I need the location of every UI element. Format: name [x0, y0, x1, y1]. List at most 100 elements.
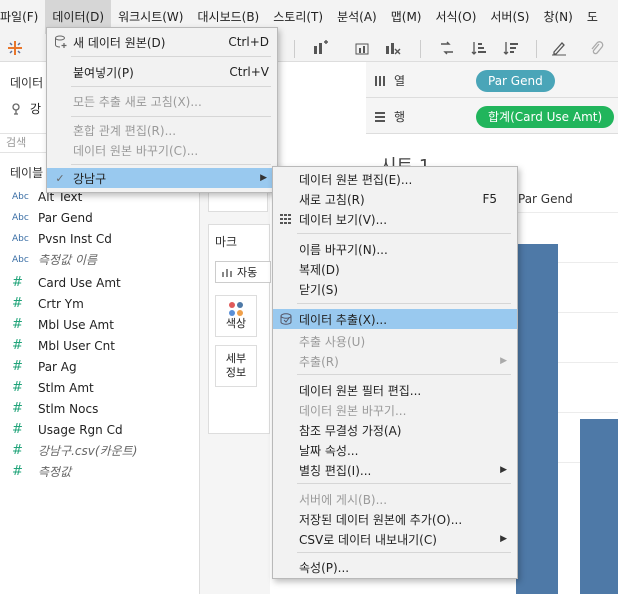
- columns-label: 열: [394, 74, 406, 88]
- data-pane-title: 데이터: [10, 76, 44, 90]
- field-item[interactable]: # Stlm Amt: [12, 377, 94, 398]
- toolbar-separator: [536, 40, 537, 58]
- menu-item-refresh[interactable]: 새로 고침(R) F5: [273, 189, 517, 209]
- menu-item-refresh-all-extracts[interactable]: 모든 추출 새로 고침(X)...: [47, 91, 277, 111]
- bar-mark[interactable]: [580, 419, 618, 594]
- menu-item-edit-blend-relationships[interactable]: 혼합 관계 편집(R)...: [47, 120, 277, 140]
- field-item[interactable]: # 측정값: [12, 461, 71, 482]
- menu-item-close[interactable]: 닫기(S): [273, 279, 517, 299]
- submenu-arrow-icon: ▶: [500, 534, 507, 544]
- columns-pill[interactable]: Par Gend: [476, 69, 555, 92]
- sort-ascending-icon[interactable]: [468, 38, 490, 58]
- rows-shelf[interactable]: 행 합계(Card Use Amt): [366, 100, 618, 134]
- menu-window[interactable]: 창(N): [536, 0, 579, 34]
- string-type-icon: Abc: [12, 233, 29, 244]
- menu-item-paste[interactable]: 붙여넣기(P) Ctrl+V: [47, 62, 277, 82]
- gridline: [516, 212, 618, 213]
- bar-mark[interactable]: [516, 244, 558, 594]
- menu-separator: [71, 86, 271, 87]
- duplicate-sheet-icon[interactable]: [352, 38, 374, 58]
- columns-icon: [375, 75, 385, 86]
- tableau-logo-icon[interactable]: [4, 38, 26, 58]
- columns-shelf[interactable]: 열 Par Gend: [366, 64, 618, 98]
- detail-mark-button[interactable]: 세부 정보: [215, 345, 257, 387]
- menu-file[interactable]: 파일(F): [0, 0, 45, 34]
- data-menu: 새 데이터 원본(D) Ctrl+D 붙여넣기(P) Ctrl+V 모든 추출 …: [46, 27, 278, 193]
- menu-separator: [297, 552, 511, 553]
- menu-item-duplicate[interactable]: 복제(D): [273, 259, 517, 279]
- number-type-icon: #: [12, 422, 23, 437]
- menu-server[interactable]: 서버(S): [483, 0, 536, 34]
- menu-analysis[interactable]: 분석(A): [330, 0, 384, 34]
- mark-type-dropdown[interactable]: 자동: [215, 261, 271, 283]
- menu-separator: [297, 374, 511, 375]
- number-type-icon: #: [12, 464, 23, 479]
- field-item[interactable]: # Par Ag: [12, 356, 77, 377]
- table-grid-icon: [279, 211, 293, 227]
- menu-item-publish-to-server[interactable]: 서버에 게시(B)...: [273, 489, 517, 509]
- string-type-icon: Abc: [12, 191, 29, 202]
- menu-item-extract-submenu[interactable]: 추출(R) ▶: [273, 351, 517, 371]
- toolbar-separator: [420, 40, 421, 58]
- rows-pill[interactable]: 합계(Card Use Amt): [476, 105, 615, 128]
- number-type-icon: #: [12, 317, 23, 332]
- highlight-pen-icon[interactable]: [548, 38, 570, 58]
- bar-chart-icon: [222, 269, 232, 277]
- submenu-arrow-icon: ▶: [260, 173, 267, 183]
- menu-separator: [297, 303, 511, 304]
- menu-separator: [71, 164, 271, 165]
- menu-item-extract-data[interactable]: 데이터 추출(X)...: [273, 309, 517, 329]
- menu-separator: [297, 483, 511, 484]
- number-type-icon: #: [12, 401, 23, 416]
- menu-item-edit-aliases[interactable]: 별칭 편집(I)... ▶: [273, 460, 517, 480]
- datasource-icon: [12, 102, 20, 115]
- field-item[interactable]: # Crtr Ym: [12, 293, 84, 314]
- menu-item-new-datasource[interactable]: 새 데이터 원본(D) Ctrl+D: [47, 32, 277, 52]
- field-item[interactable]: Abc Par Gend: [12, 207, 93, 228]
- string-type-icon: Abc: [12, 212, 29, 223]
- field-item[interactable]: # Stlm Nocs: [12, 398, 98, 419]
- color-mark-button[interactable]: 색상: [215, 295, 257, 337]
- menu-item-properties[interactable]: 속성(P)...: [273, 557, 517, 577]
- number-type-icon: #: [12, 380, 23, 395]
- toolbar-separator: [294, 40, 295, 58]
- field-item[interactable]: Abc Pvsn Inst Cd: [12, 228, 112, 249]
- sort-descending-icon[interactable]: [500, 38, 522, 58]
- field-item[interactable]: # 강남구.csv(카운트): [12, 440, 137, 461]
- menu-format[interactable]: 서식(O): [429, 0, 484, 34]
- field-item[interactable]: # Mbl User Cnt: [12, 335, 115, 356]
- extract-icon: [279, 311, 293, 327]
- menu-item-add-to-saved-datasources[interactable]: 저장된 데이터 원본에 추가(O)...: [273, 509, 517, 529]
- menu-help[interactable]: 도: [580, 0, 605, 34]
- menu-item-replace-datasource[interactable]: 데이터 원본 바꾸기...: [273, 400, 517, 420]
- clear-sheet-icon[interactable]: [382, 38, 404, 58]
- field-item[interactable]: # Mbl Use Amt: [12, 314, 114, 335]
- menu-item-view-data[interactable]: 데이터 보기(V)...: [273, 209, 517, 229]
- number-type-icon: #: [12, 443, 23, 458]
- menu-map[interactable]: 맵(M): [384, 0, 429, 34]
- menu-item-replace-datasource[interactable]: 데이터 원본 바꾸기(C)...: [47, 140, 277, 160]
- menu-item-export-csv[interactable]: CSV로 데이터 내보내기(C) ▶: [273, 529, 517, 549]
- number-type-icon: #: [12, 359, 23, 374]
- tables-title: 테이블: [10, 166, 44, 180]
- menu-item-date-properties[interactable]: 날짜 속성...: [273, 440, 517, 460]
- datasource-item[interactable]: 강: [10, 100, 41, 117]
- swap-rows-columns-icon[interactable]: [436, 38, 458, 58]
- menu-item-edit-datasource-filters[interactable]: 데이터 원본 필터 편집...: [273, 380, 517, 400]
- menu-item-use-extract[interactable]: 추출 사용(U): [273, 331, 517, 351]
- menu-item-assume-referential-integrity[interactable]: 참조 무결성 가정(A): [273, 420, 517, 440]
- datasource-name: 강: [30, 102, 42, 116]
- menu-separator: [297, 233, 511, 234]
- number-type-icon: #: [12, 338, 23, 353]
- field-item[interactable]: # Usage Rgn Cd: [12, 419, 123, 440]
- rows-label: 행: [394, 110, 406, 124]
- submenu-arrow-icon: ▶: [500, 465, 507, 475]
- field-item[interactable]: Abc 측정값 이름: [12, 249, 97, 270]
- menu-item-edit-datasource[interactable]: 데이터 원본 편집(E)...: [273, 169, 517, 189]
- menu-item-rename[interactable]: 이름 바꾸기(N)...: [273, 239, 517, 259]
- menu-item-datasource-gangnam[interactable]: ✓ 강남구 ▶: [47, 168, 277, 188]
- checkmark-icon: ✓: [55, 171, 65, 185]
- new-worksheet-icon[interactable]: [310, 38, 332, 58]
- field-item[interactable]: # Card Use Amt: [12, 272, 121, 293]
- paperclip-icon[interactable]: [586, 38, 608, 58]
